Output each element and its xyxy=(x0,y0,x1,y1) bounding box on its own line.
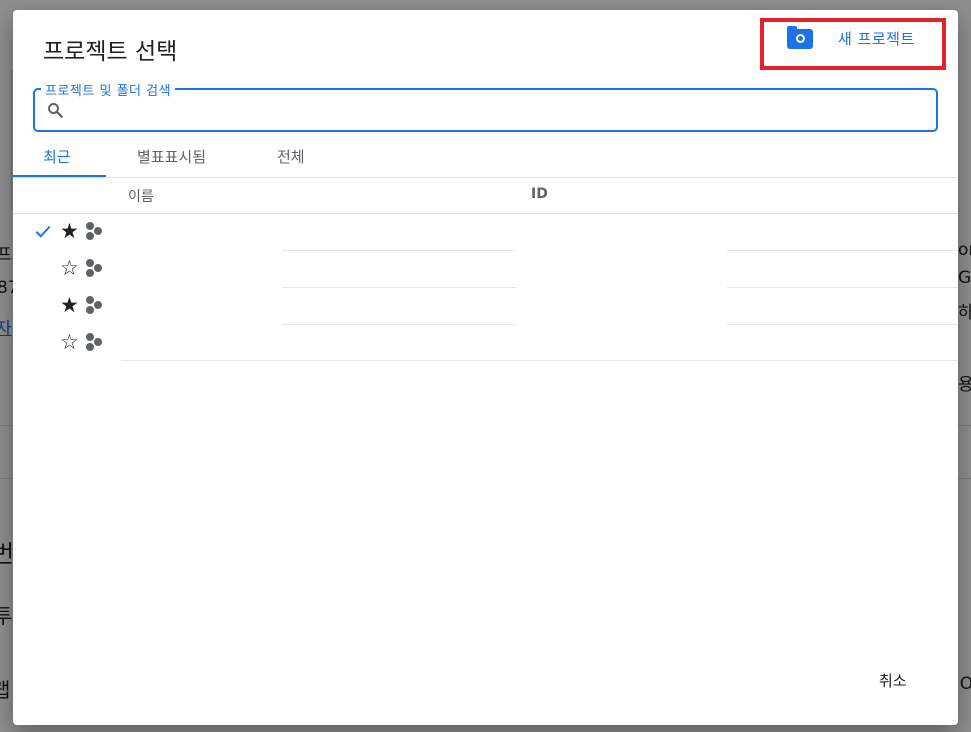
column-header-name[interactable]: 이름 xyxy=(128,186,154,206)
search-label: 프로젝트 및 폴더 검색 xyxy=(41,80,176,99)
table-row[interactable]: ☆ xyxy=(13,325,958,361)
tab-recent[interactable]: 최근 xyxy=(43,146,71,167)
row-divider xyxy=(121,360,958,361)
active-tab-indicator xyxy=(13,175,106,177)
dialog-title: 프로젝트 선택 xyxy=(43,39,178,65)
select-project-dialog: 프로젝트 선택 새 프로젝트 프로젝트 및 폴더 검색 최근 별표표시됨 전체 … xyxy=(13,10,958,725)
table-row[interactable]: ★ xyxy=(13,288,958,324)
star-filled-icon[interactable]: ★ xyxy=(60,295,79,316)
check-icon xyxy=(35,225,51,238)
search-icon xyxy=(48,103,63,118)
tab-bar: 최근 별표표시됨 전체 xyxy=(13,140,958,178)
star-filled-icon[interactable]: ★ xyxy=(60,221,79,242)
organization-icon xyxy=(86,333,106,351)
highlight-annotation xyxy=(760,18,946,70)
star-outline-icon[interactable]: ☆ xyxy=(60,332,79,353)
tab-all[interactable]: 전체 xyxy=(277,146,305,167)
organization-icon xyxy=(86,296,106,314)
organization-icon xyxy=(86,222,106,240)
cancel-button[interactable]: 취소 xyxy=(879,670,907,691)
search-input[interactable] xyxy=(79,96,919,124)
table-row[interactable]: ★ xyxy=(13,214,958,250)
star-outline-icon[interactable]: ☆ xyxy=(60,258,79,279)
organization-icon xyxy=(86,259,106,277)
tab-starred[interactable]: 별표표시됨 xyxy=(137,146,206,167)
table-row[interactable]: ☆ xyxy=(13,251,958,287)
column-header-id[interactable]: ID xyxy=(531,186,548,202)
